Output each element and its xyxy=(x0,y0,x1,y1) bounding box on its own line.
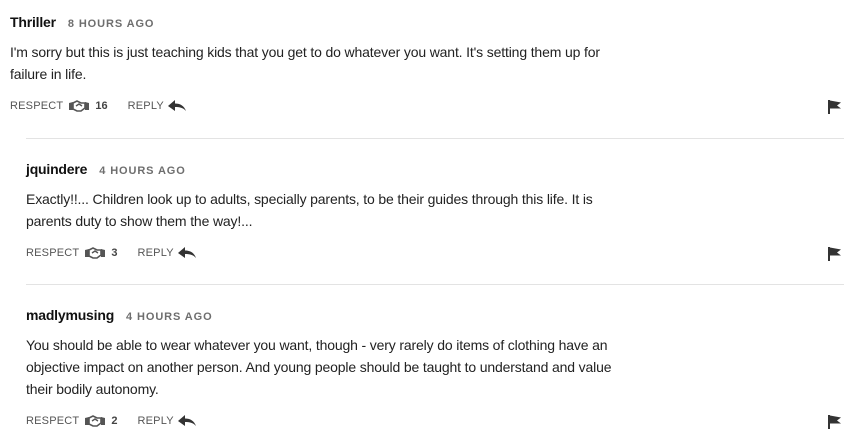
flag-icon[interactable] xyxy=(828,246,842,262)
comment-timestamp: 8 HOURS AGO xyxy=(67,18,155,30)
comment-reply: jquindere 4 HOURS AGO Exactly!!... Child… xyxy=(26,138,844,262)
reply-button[interactable]: REPLY xyxy=(108,99,187,113)
comment-body-line: their bodily autonomy. xyxy=(26,381,159,397)
comment-timestamp: 4 HOURS AGO xyxy=(126,311,213,323)
respect-label: RESPECT xyxy=(26,415,80,427)
flag-icon[interactable] xyxy=(828,414,842,430)
reply-button[interactable]: REPLY xyxy=(117,414,196,428)
comment-actions: RESPECT 3 REPLY xyxy=(26,244,844,262)
reply-arrow-icon xyxy=(177,247,196,258)
handshake-icon xyxy=(85,247,106,259)
reply-button[interactable]: REPLY xyxy=(117,246,196,260)
reply-arrow-icon xyxy=(167,100,186,111)
reply-label: REPLY xyxy=(137,247,174,259)
comment-username[interactable]: jquindere xyxy=(26,161,87,177)
comment-body-line: objective impact on another person. And … xyxy=(26,359,612,375)
comment-header: Thriller 8 HOURS AGO xyxy=(10,14,844,32)
handshake-icon xyxy=(85,415,106,427)
comment-body: You should be able to wear whatever you … xyxy=(26,334,726,400)
comment-header: jquindere 4 HOURS AGO xyxy=(26,161,844,179)
comment-body: I'm sorry but this is just teaching kids… xyxy=(10,41,710,85)
respect-button[interactable]: RESPECT 3 xyxy=(26,246,117,260)
comment-actions: RESPECT 2 REPLY xyxy=(26,412,844,430)
comment-username[interactable]: Thriller xyxy=(10,14,56,30)
handshake-icon xyxy=(69,100,90,112)
respect-label: RESPECT xyxy=(10,100,64,112)
comment-actions: RESPECT 16 REPLY xyxy=(10,97,844,115)
comment-body-line: failure in life. xyxy=(10,66,87,82)
respect-count: 16 xyxy=(95,100,108,112)
comment-username[interactable]: madlymusing xyxy=(26,307,114,323)
reply-label: REPLY xyxy=(137,415,174,427)
comment-body-line: parents duty to show them the way!... xyxy=(26,213,253,229)
flag-icon[interactable] xyxy=(828,99,842,115)
comment-body-line: I'm sorry but this is just teaching kids… xyxy=(10,44,600,60)
comment-header: madlymusing 4 HOURS AGO xyxy=(26,307,844,325)
respect-label: RESPECT xyxy=(26,247,80,259)
comment: Thriller 8 HOURS AGO I'm sorry but this … xyxy=(10,14,844,115)
comment-body: Exactly!!... Children look up to adults,… xyxy=(26,188,726,232)
comment-timestamp: 4 HOURS AGO xyxy=(99,165,186,177)
reply-arrow-icon xyxy=(177,415,196,426)
respect-button[interactable]: RESPECT 2 xyxy=(26,414,117,428)
respect-button[interactable]: RESPECT 16 xyxy=(10,99,108,113)
comment-reply: madlymusing 4 HOURS AGO You should be ab… xyxy=(26,284,844,430)
reply-label: REPLY xyxy=(127,100,164,112)
comment-body-line: You should be able to wear whatever you … xyxy=(26,337,608,353)
comment-body-line: Exactly!!... Children look up to adults,… xyxy=(26,191,593,207)
